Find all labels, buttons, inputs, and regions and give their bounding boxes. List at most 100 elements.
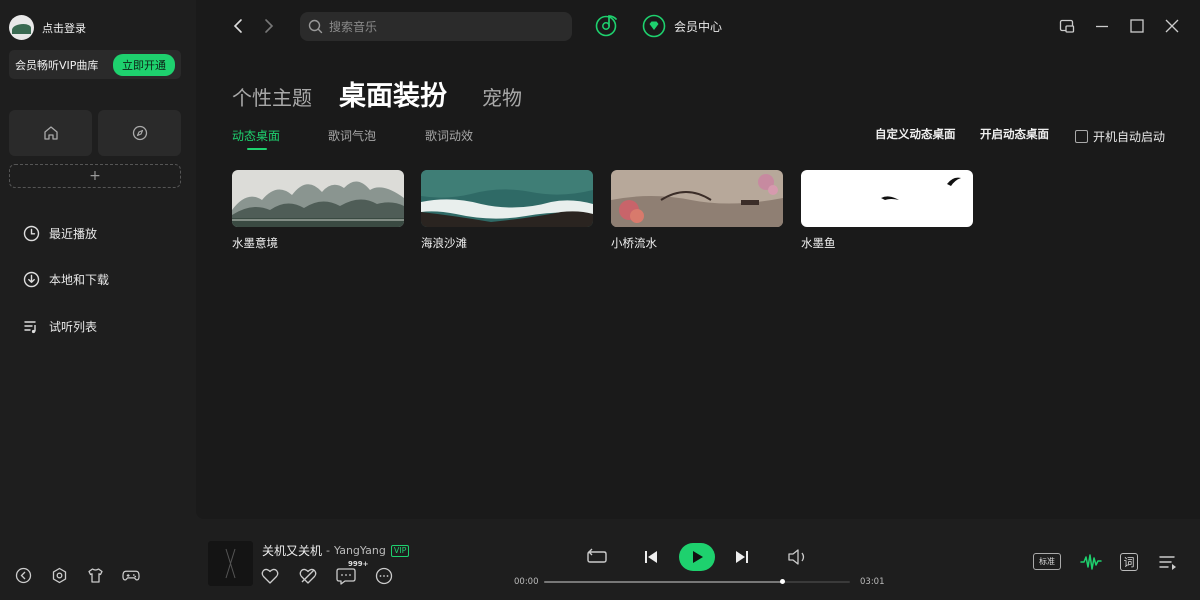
maximize-icon <box>1130 19 1144 33</box>
mini-mode-button[interactable] <box>1059 18 1075 34</box>
play-button[interactable] <box>679 543 715 571</box>
gamepad-icon[interactable] <box>122 566 140 584</box>
sidebar-item-trial-list[interactable]: 试听列表 <box>23 318 97 335</box>
wallpaper-card[interactable]: 水墨意境 <box>232 170 404 251</box>
diamond-badge-icon <box>642 14 666 38</box>
compass-icon <box>132 125 147 141</box>
sidebar: 点击登录 会员畅听VIP曲库 立即开通 + 最近播放 本地和下载 试听列表 <box>0 0 196 600</box>
custom-dynamic-desktop-button[interactable]: 自定义动态桌面 <box>875 126 956 142</box>
chevron-left-icon <box>233 19 242 33</box>
previous-button[interactable] <box>643 549 659 565</box>
progress-knob[interactable] <box>780 579 786 584</box>
search-box[interactable] <box>300 12 572 41</box>
wallpaper-thumbnail[interactable] <box>421 170 593 227</box>
autostart-label: 开机自动启动 <box>1093 130 1166 144</box>
subtab-dynamic-desktop[interactable]: 动态桌面 <box>232 127 280 144</box>
download-icon <box>23 271 40 288</box>
sidebar-item-local-download[interactable]: 本地和下载 <box>23 271 109 288</box>
play-icon <box>693 551 703 563</box>
repeat-icon <box>587 548 607 563</box>
tab-personal-theme[interactable]: 个性主题 <box>232 82 312 111</box>
wallpaper-thumbnail[interactable] <box>611 170 783 227</box>
playlist-button[interactable] <box>1159 553 1177 571</box>
sidebar-item-label: 试听列表 <box>49 320 98 334</box>
mini-window-icon <box>1059 19 1075 33</box>
autostart-toggle[interactable]: 开机自动启动 <box>1075 128 1165 145</box>
minimize-icon <box>1096 25 1108 28</box>
time-total: 03:01 <box>860 577 885 587</box>
search-icon <box>308 19 323 34</box>
chevron-right-icon <box>265 19 274 33</box>
arrow-left-circle-icon[interactable] <box>14 566 32 584</box>
sidebar-bottom-toolbar <box>14 566 140 584</box>
progress-bar[interactable] <box>544 579 850 584</box>
home-button[interactable] <box>9 110 92 156</box>
add-shortcut-button[interactable]: + <box>9 164 181 188</box>
tab-desktop-decoration[interactable]: 桌面装扮 <box>339 74 447 113</box>
vip-center-button[interactable]: 会员中心 <box>642 14 722 38</box>
song-separator: - <box>326 544 330 557</box>
subtab-lyric-effect[interactable]: 歌词动效 <box>425 127 473 144</box>
subtab-lyric-bubble[interactable]: 歌词气泡 <box>328 127 376 144</box>
time-current: 00:00 <box>514 577 539 587</box>
comment-count: 999+ <box>348 560 369 568</box>
back-button[interactable] <box>230 18 246 34</box>
more-icon[interactable] <box>374 566 394 586</box>
comment-icon[interactable]: 999+ <box>336 560 368 586</box>
skip-previous-icon <box>645 551 657 563</box>
close-button[interactable] <box>1164 18 1180 34</box>
song-info: 关机又关机 - YangYang VIP <box>262 542 410 559</box>
wallpaper-thumbnail[interactable] <box>232 170 404 227</box>
wallpaper-thumbnail[interactable] <box>801 170 973 227</box>
sidebar-item-label: 本地和下载 <box>49 273 110 287</box>
vip-badge: VIP <box>390 544 410 557</box>
minimize-button[interactable] <box>1094 18 1110 34</box>
player-bar: 关机又关机 - YangYang VIP 999+ 00:00 03:01 标准… <box>196 529 1200 600</box>
clock-icon <box>23 225 40 242</box>
wallpaper-card[interactable]: 小桥流水 <box>611 170 783 251</box>
forward-button[interactable] <box>261 18 277 34</box>
wallpaper-title: 水墨意境 <box>232 236 278 250</box>
skip-next-icon <box>736 551 748 563</box>
album-cover[interactable] <box>208 541 253 586</box>
close-icon <box>1165 19 1179 33</box>
search-input[interactable] <box>329 19 549 34</box>
repeat-button[interactable] <box>586 547 608 567</box>
song-title[interactable]: 关机又关机 <box>262 542 322 559</box>
song-artist[interactable]: YangYang <box>334 544 386 557</box>
playlist-icon <box>24 321 36 334</box>
wallpaper-title: 水墨鱼 <box>801 236 836 250</box>
sidebar-item-label: 最近播放 <box>49 227 98 241</box>
queue-icon <box>1159 556 1176 570</box>
discover-button[interactable] <box>98 110 181 156</box>
sound-wave-icon <box>1080 554 1102 570</box>
autostart-checkbox[interactable] <box>1075 130 1088 143</box>
tab-pet[interactable]: 宠物 <box>482 82 522 111</box>
enable-dynamic-desktop-button[interactable]: 开启动态桌面 <box>980 126 1049 142</box>
music-recognition-button[interactable] <box>595 13 619 37</box>
home-icon <box>43 126 58 140</box>
quality-button[interactable]: 标准 <box>1033 553 1061 570</box>
settings-hex-icon[interactable] <box>50 566 68 584</box>
wallpaper-card[interactable]: 海浪沙滩 <box>421 170 593 251</box>
sidebar-item-recent[interactable]: 最近播放 <box>23 225 97 242</box>
wallpaper-card[interactable]: 水墨鱼 <box>801 170 973 251</box>
next-button[interactable] <box>734 549 750 565</box>
like-icon[interactable] <box>260 566 280 586</box>
vip-center-label: 会员中心 <box>674 19 723 34</box>
lyrics-button[interactable]: 词 <box>1120 553 1138 571</box>
dislike-icon[interactable] <box>298 566 318 586</box>
sound-effect-button[interactable] <box>1080 553 1102 571</box>
maximize-button[interactable] <box>1129 18 1145 34</box>
login-button[interactable]: 点击登录 <box>9 15 86 40</box>
vip-promo-text: 会员畅听VIP曲库 <box>15 58 99 72</box>
main-panel: 会员中心 个性主题 桌面装扮 宠物 动态桌面 歌词气泡 歌词动效 自定义动态桌面… <box>196 0 1200 519</box>
vip-open-button[interactable]: 立即开通 <box>113 53 175 76</box>
wallpaper-title: 小桥流水 <box>611 236 657 250</box>
volume-button[interactable] <box>787 547 809 567</box>
volume-icon <box>788 549 805 565</box>
tshirt-icon[interactable] <box>86 566 104 584</box>
avatar[interactable] <box>9 15 34 40</box>
active-subtab-indicator <box>247 148 267 150</box>
wallpaper-title: 海浪沙滩 <box>421 236 467 250</box>
